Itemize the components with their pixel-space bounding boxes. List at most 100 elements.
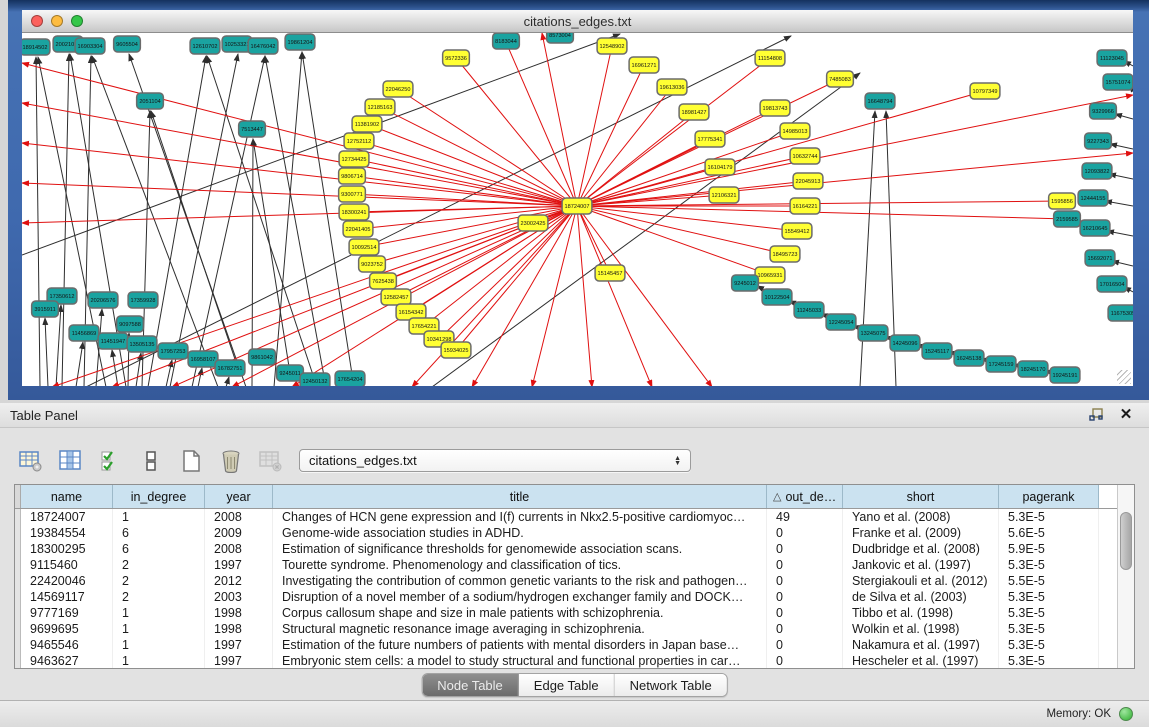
table-mode-icon[interactable] [14, 445, 47, 477]
graph-node[interactable]: 12582457 [381, 289, 411, 305]
create-column-icon[interactable] [174, 445, 207, 477]
graph-node[interactable]: 12093822 [1082, 163, 1112, 179]
cell-pagerank[interactable]: 5.3E-5 [999, 557, 1099, 573]
graph-node[interactable]: 17957253 [158, 343, 188, 359]
graph-node[interactable]: 17359928 [128, 292, 158, 308]
graph-node[interactable]: 2051104 [137, 93, 164, 109]
graph-node[interactable]: 15751074 [1103, 74, 1133, 90]
tab-network-table[interactable]: Network Table [615, 674, 727, 696]
graph-node[interactable]: 9023752 [359, 256, 386, 272]
delete-column-icon[interactable] [214, 445, 247, 477]
graph-node[interactable]: 12610702 [190, 38, 220, 54]
graph-node[interactable]: 17245159 [986, 356, 1016, 372]
graph-node[interactable]: 7485083 [827, 71, 854, 87]
cell-title[interactable]: Estimation of the future numbers of pati… [273, 637, 767, 653]
cell-in_degree[interactable]: 1 [113, 605, 205, 621]
cell-out_degree[interactable]: 0 [767, 573, 843, 589]
cell-in_degree[interactable]: 2 [113, 557, 205, 573]
cell-out_degree[interactable]: 0 [767, 541, 843, 557]
graph-node[interactable]: 16648794 [865, 93, 895, 109]
graph-node[interactable]: 17016504 [1097, 276, 1127, 292]
cell-title[interactable]: Changes of HCN gene expression and I(f) … [273, 509, 767, 525]
cell-out_degree[interactable]: 49 [767, 509, 843, 525]
graph-node[interactable]: 9329966 [1090, 103, 1117, 119]
zoom-window-button[interactable] [71, 15, 83, 27]
graph-node[interactable]: 15245117 [922, 343, 952, 359]
cell-short[interactable]: Dudbridge et al. (2008) [843, 541, 999, 557]
cell-in_degree[interactable]: 2 [113, 573, 205, 589]
network-canvas[interactable]: 1872400722046250121851631138190212752112… [22, 33, 1133, 386]
cell-out_degree[interactable]: 0 [767, 637, 843, 653]
graph-node[interactable]: 20206576 [88, 292, 118, 308]
cell-pagerank[interactable]: 5.3E-5 [999, 637, 1099, 653]
cell-year[interactable]: 1998 [205, 605, 273, 621]
column-header-short[interactable]: short [843, 485, 999, 508]
graph-node[interactable]: 10965931 [755, 267, 785, 283]
graph-node[interactable]: 11456869 [69, 325, 99, 341]
table-row[interactable]: 2242004622012Investigating the contribut… [15, 573, 1134, 589]
cell-title[interactable]: Tourette syndrome. Phenomenology and cla… [273, 557, 767, 573]
cell-short[interactable]: Nakamura et al. (1997) [843, 637, 999, 653]
graph-node[interactable]: 19613036 [657, 79, 687, 95]
graph-node[interactable]: 9861042 [249, 349, 276, 365]
graph-node[interactable]: 19861204 [285, 34, 315, 50]
cell-name[interactable]: 18724007 [21, 509, 113, 525]
graph-node[interactable]: 9605504 [114, 36, 141, 52]
cell-short[interactable]: Tibbo et al. (1998) [843, 605, 999, 621]
graph-node[interactable]: 9806714 [339, 168, 366, 184]
graph-node[interactable]: 11123045 [1097, 50, 1127, 66]
graph-node[interactable]: 3915911 [32, 301, 59, 317]
scrollbar-thumb[interactable] [1120, 512, 1132, 570]
cell-year[interactable]: 2012 [205, 573, 273, 589]
cell-title[interactable]: Genome-wide association studies in ADHD. [273, 525, 767, 541]
graph-node[interactable]: 11451947 [98, 333, 128, 349]
graph-node[interactable]: 16210645 [1080, 220, 1110, 236]
cell-year[interactable]: 1997 [205, 653, 273, 668]
table-vertical-scrollbar[interactable] [1117, 485, 1134, 668]
cell-name[interactable]: 9463627 [21, 653, 113, 668]
cell-short[interactable]: Hescheler et al. (1997) [843, 653, 999, 668]
graph-node[interactable]: 13245075 [858, 325, 888, 341]
cell-in_degree[interactable]: 1 [113, 621, 205, 637]
column-header-name[interactable]: name [21, 485, 113, 508]
graph-node[interactable]: 10632744 [790, 148, 820, 164]
table-row[interactable]: 1938455462009Genome-wide association stu… [15, 525, 1134, 541]
cell-out_degree[interactable]: 0 [767, 557, 843, 573]
table-source-select[interactable]: citations_edges.txt ▲▼ [299, 449, 691, 472]
citation-network-graph[interactable]: 1872400722046250121851631138190212752112… [22, 33, 1133, 386]
graph-node[interactable]: 11675305 [1108, 305, 1133, 321]
cell-short[interactable]: Franke et al. (2009) [843, 525, 999, 541]
cell-name[interactable]: 14569117 [21, 589, 113, 605]
row-height-icon[interactable] [134, 445, 167, 477]
column-header-in_degree[interactable]: in_degree [113, 485, 205, 508]
graph-node[interactable]: 22046250 [383, 81, 413, 97]
table-row[interactable]: 911546021997Tourette syndrome. Phenomeno… [15, 557, 1134, 573]
graph-node[interactable]: 18724007 [562, 198, 592, 214]
graph-node[interactable]: 1595856 [1049, 193, 1076, 209]
graph-node[interactable]: 16903304 [75, 38, 105, 54]
cell-short[interactable]: Wolkin et al. (1998) [843, 621, 999, 637]
cell-year[interactable]: 2009 [205, 525, 273, 541]
cell-in_degree[interactable]: 6 [113, 525, 205, 541]
graph-node[interactable]: 12444155 [1078, 190, 1108, 206]
cell-year[interactable]: 1997 [205, 637, 273, 653]
cell-year[interactable]: 2008 [205, 541, 273, 557]
graph-node[interactable]: 15145457 [595, 265, 625, 281]
graph-node[interactable]: 12734425 [339, 151, 369, 167]
graph-node[interactable]: 16245138 [954, 350, 984, 366]
graph-node[interactable]: 19245191 [1050, 367, 1080, 383]
graph-node[interactable]: 18300241 [339, 204, 369, 220]
cell-name[interactable]: 9115460 [21, 557, 113, 573]
graph-node[interactable]: 9245011 [277, 365, 304, 381]
graph-node[interactable]: 11154808 [755, 50, 785, 66]
column-header-out_degree[interactable]: △out_de… [767, 485, 843, 508]
graph-node[interactable]: 16958107 [188, 351, 218, 367]
cell-out_degree[interactable]: 0 [767, 605, 843, 621]
graph-node[interactable]: 12185163 [365, 99, 395, 115]
graph-node[interactable]: 14985013 [780, 123, 810, 139]
cell-in_degree[interactable]: 1 [113, 653, 205, 668]
graph-node[interactable]: 2159585 [1054, 211, 1081, 227]
cell-title[interactable]: Corpus callosum shape and size in male p… [273, 605, 767, 621]
cell-out_degree[interactable]: 0 [767, 653, 843, 668]
cell-pagerank[interactable]: 5.3E-5 [999, 589, 1099, 605]
